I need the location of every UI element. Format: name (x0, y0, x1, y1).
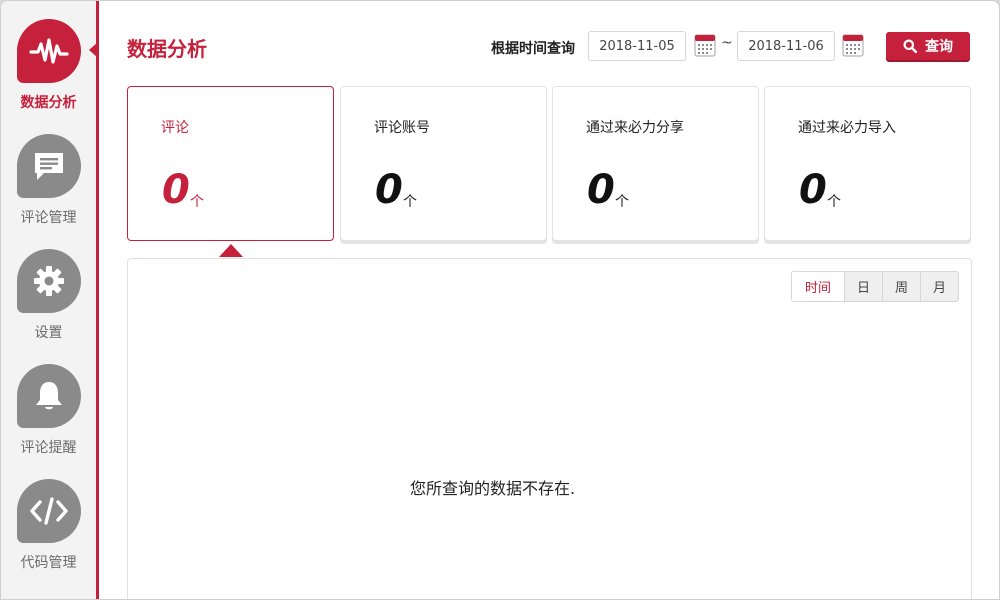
date-range-separator: ~ (721, 35, 733, 51)
stat-unit: 个 (827, 194, 841, 210)
date-query-label: 根据时间查询 (491, 41, 575, 57)
stat-card-shares[interactable]: 通过来必力分享 0 个 (552, 86, 759, 241)
page-title: 数据分析 (127, 37, 207, 61)
sidebar-item-label: 数据分析 (20, 95, 77, 111)
sidebar-item-comment-reminder[interactable]: 评论提醒 (1, 346, 96, 461)
stat-unit: 个 (615, 194, 629, 210)
bell-icon (16, 364, 81, 428)
stat-label: 通过来必力导入 (798, 120, 896, 136)
stat-value: 0 (587, 167, 615, 213)
stat-value: 0 (375, 167, 403, 213)
search-button-label: 查询 (925, 39, 953, 55)
stat-card-comment-accounts[interactable]: 评论账号 0 个 (340, 86, 547, 241)
gear-icon (16, 249, 81, 313)
end-date-input[interactable] (737, 31, 835, 61)
sidebar-item-label: 评论提醒 (20, 440, 77, 456)
range-button-week[interactable]: 周 (882, 272, 920, 301)
sidebar-item-label: 评论管理 (20, 210, 77, 226)
stat-card-imports[interactable]: 通过来必力导入 0 个 (764, 86, 971, 241)
stat-label: 评论 (161, 120, 189, 136)
calendar-icon[interactable] (694, 33, 716, 57)
empty-data-message: 您所查询的数据不存在. (410, 479, 576, 498)
range-button-time[interactable]: 时间 (792, 272, 844, 301)
sidebar-divider (96, 1, 99, 599)
stat-unit: 个 (403, 194, 417, 210)
stat-value: 0 (799, 167, 827, 213)
search-button[interactable]: 查询 (886, 32, 970, 60)
stat-value: 0 (162, 167, 190, 213)
pulse-icon (16, 19, 81, 83)
sidebar: 数据分析 评论管理 设置 评论提醒 代码管理 (1, 1, 97, 599)
sidebar-item-settings[interactable]: 设置 (1, 231, 96, 346)
range-button-day[interactable]: 日 (844, 272, 882, 301)
time-range-selector: 时间 日 周 月 (791, 271, 959, 302)
stat-unit: 个 (190, 194, 204, 210)
comment-icon (16, 134, 81, 198)
stat-label: 通过来必力分享 (586, 120, 684, 136)
selected-card-pointer (219, 244, 243, 257)
chart-panel: 时间 日 周 月 您所查询的数据不存在. (127, 258, 972, 599)
sidebar-item-code-management[interactable]: 代码管理 (1, 461, 96, 576)
range-button-month[interactable]: 月 (920, 272, 958, 301)
app-window: 数据分析 评论管理 设置 评论提醒 代码管理 数据分析 根据时间查询 2018-… (0, 0, 1000, 600)
sidebar-item-label: 代码管理 (20, 555, 77, 571)
stat-label: 评论账号 (374, 120, 430, 136)
calendar-icon[interactable] (842, 33, 864, 57)
code-icon (16, 479, 81, 543)
sidebar-item-comment-management[interactable]: 评论管理 (1, 116, 96, 231)
stat-card-comments[interactable]: 评论 0 个 (127, 86, 334, 241)
start-date-input[interactable] (588, 31, 686, 61)
search-icon (903, 39, 917, 53)
sidebar-item-data-analysis[interactable]: 数据分析 (1, 1, 96, 116)
sidebar-item-label: 设置 (34, 325, 63, 341)
